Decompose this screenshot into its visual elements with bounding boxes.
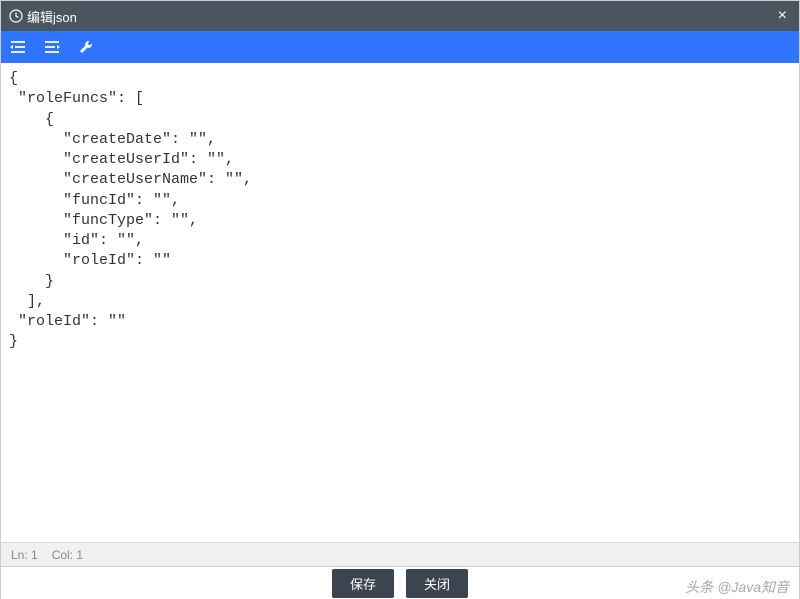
clock-icon	[9, 9, 23, 23]
indent-left-icon[interactable]	[7, 36, 29, 58]
status-line: Ln: 1	[11, 548, 38, 562]
wrench-icon[interactable]	[75, 36, 97, 58]
status-col: Col: 1	[52, 548, 83, 562]
json-editor[interactable]: { "roleFuncs": [ { "createDate": "", "cr…	[1, 63, 799, 543]
close-button[interactable]: 关闭	[406, 569, 468, 598]
indent-right-icon[interactable]	[41, 36, 63, 58]
status-bar: Ln: 1 Col: 1	[1, 543, 799, 567]
titlebar: 编辑json ×	[1, 1, 799, 31]
window-title: 编辑json	[27, 7, 774, 26]
watermark-text: 头条 @Java知音	[685, 577, 789, 597]
toolbar	[1, 31, 799, 63]
close-icon[interactable]: ×	[774, 7, 791, 25]
save-button[interactable]: 保存	[332, 569, 394, 598]
footer: 保存 关闭 头条 @Java知音	[1, 567, 799, 599]
